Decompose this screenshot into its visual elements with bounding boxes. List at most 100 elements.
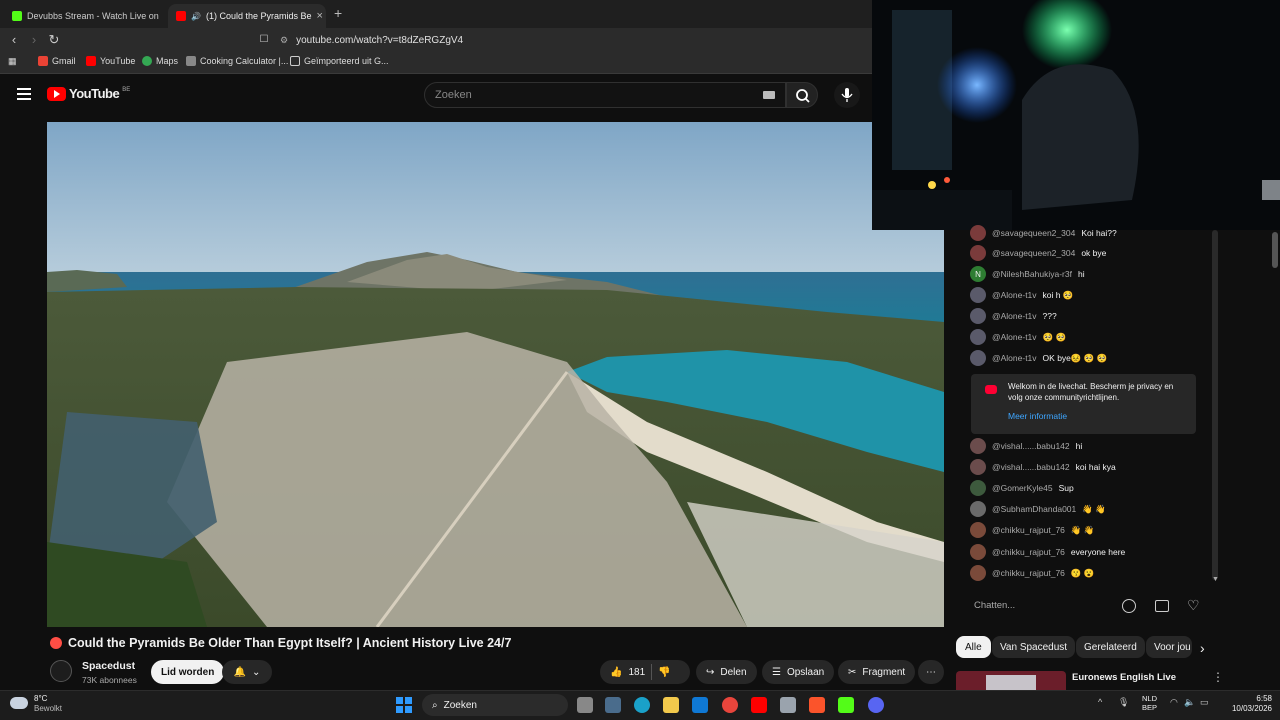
bookmark-icon[interactable]: ☐ [256,32,272,48]
search-input[interactable]: Zoeken [424,82,786,108]
chat-author[interactable]: @SubhamDhanda001 [992,504,1076,514]
bookmark-gmail[interactable]: Gmail [38,56,76,66]
recommendation-title[interactable]: Euronews English Live [1072,672,1176,683]
youtube-logo[interactable]: YouTube BE [47,86,130,101]
more-vertical-icon[interactable]: ⋮ [1212,670,1224,684]
outlook-icon[interactable] [692,697,708,713]
heart-icon[interactable]: ♡ [1187,597,1200,614]
microphone-tray-icon[interactable]: 🎙 [1118,697,1129,708]
bookmark-folder-imported[interactable]: Geïmporteerd uit G... [290,56,389,66]
clip-button[interactable]: ✂ Fragment [838,660,916,684]
bookmark-youtube[interactable]: YouTube [86,56,135,66]
address-bar[interactable]: ⚙ youtube.com/watch?v=t8dZeRGZgV4 [280,31,870,49]
task-view-icon[interactable] [577,697,593,713]
edge-icon[interactable] [634,697,650,713]
discord-icon[interactable] [868,697,884,713]
clock[interactable]: 6:58 10/03/2026 [1222,694,1272,714]
page-scrollbar[interactable] [1272,232,1278,268]
avatar [970,287,986,303]
calculator-icon[interactable] [780,697,796,713]
chat-message: @Alone-t1v koi h 🥺 [970,286,1073,304]
youtube-app-icon[interactable] [751,697,767,713]
chat-scrollbar[interactable] [1212,230,1218,580]
date: 10/03/2026 [1231,704,1272,713]
chip-next-icon[interactable]: › [1200,640,1205,656]
menu-icon[interactable] [17,88,31,100]
bookmark-maps[interactable]: Maps [142,56,178,66]
webcam-overlay [872,0,1280,230]
bookmark-label: Cooking Calculator |... [200,56,289,66]
save-button[interactable]: ☰ Opslaan [762,660,835,684]
chat-text: 👋 👋 [1082,503,1106,514]
youtube-icon [985,385,997,394]
share-icon: ↪ [706,666,715,678]
super-chat-icon[interactable] [1155,600,1169,612]
battery-icon[interactable]: ▭ [1200,697,1209,708]
chat-author[interactable]: @vishal......babu142 [992,462,1070,472]
brave-icon[interactable] [809,697,825,713]
like-button[interactable]: 👍 [610,667,622,678]
chat-author[interactable]: @GomerKyle45 [992,483,1053,493]
chat-author[interactable]: @Alone-t1v [992,311,1037,321]
voice-search-button[interactable] [834,82,860,108]
avatar [970,245,986,261]
close-tab-icon[interactable]: × [317,10,323,22]
keyboard-icon[interactable] [763,91,775,99]
recommendation-thumbnail[interactable] [956,671,1066,690]
forward-icon[interactable]: › [26,32,42,48]
channel-name[interactable]: Spacedust [82,660,135,672]
chat-input[interactable]: Chatten... [974,600,1015,611]
avatar [970,308,986,324]
store-icon[interactable] [605,697,621,713]
video-player[interactable] [47,122,944,627]
notifications-button[interactable]: 🔔 ⌄ [222,660,272,684]
file-explorer-icon[interactable] [663,697,679,713]
chat-message: @chikku_rajput_76 👋 👋 [970,521,1094,539]
chip-all[interactable]: Alle [956,636,991,658]
bookmark-cooking-calculator[interactable]: Cooking Calculator |... [186,56,288,66]
input-language[interactable]: NLD BEP [1142,694,1157,712]
chat-author[interactable]: @savagequeen2_304 [992,228,1075,238]
channel-avatar[interactable] [50,660,72,682]
chat-author[interactable]: @vishal......babu142 [992,441,1070,451]
chat-author[interactable]: @chikku_rajput_76 [992,525,1065,535]
chat-author[interactable]: @savagequeen2_304 [992,248,1075,258]
taskbar-search[interactable]: ⌕ Zoeken [422,694,568,716]
bookmark-label: YouTube [100,56,136,66]
tab-youtube-video[interactable]: 🔊 (1) Could the Pyramids Be × [168,4,326,28]
chat-author[interactable]: @NileshBahukiya-r3f [992,269,1072,279]
emoji-icon[interactable] [1122,599,1136,613]
join-button[interactable]: Lid worden [151,660,225,684]
chrome-icon[interactable] [722,697,738,713]
chat-author[interactable]: @chikku_rajput_76 [992,568,1065,578]
like-count: 181 [628,666,646,678]
chat-author[interactable]: @chikku_rajput_76 [992,547,1065,557]
volume-icon[interactable]: 🔈 [1184,697,1195,708]
chat-text: Koi hai?? [1081,228,1117,238]
avatar [970,329,986,345]
windows-start-icon[interactable] [396,697,412,713]
wifi-icon[interactable]: ◠ [1170,697,1178,708]
chat-author[interactable]: @Alone-t1v [992,353,1037,363]
reload-icon[interactable]: ↻ [46,32,62,48]
logo-text: YouTube [69,86,120,101]
chat-message: @Alone-t1v 🥺 🥺 [970,328,1066,346]
share-button[interactable]: ↪ Delen [696,660,757,684]
chip-from-channel[interactable]: Van Spacedust [992,636,1076,658]
kick-app-icon[interactable] [838,697,854,713]
chip-for-you[interactable]: Voor jou [1146,636,1192,658]
new-tab-button[interactable]: + [334,5,342,21]
apps-grid-icon[interactable]: ▦ [8,56,17,67]
back-icon[interactable]: ‹ [6,32,22,48]
chat-author[interactable]: @Alone-t1v [992,290,1037,300]
chat-message: @chikku_rajput_76 everyone here [970,543,1125,561]
more-actions-button[interactable]: ⋯ [918,660,944,684]
chip-related[interactable]: Gerelateerd [1076,636,1145,658]
chat-author[interactable]: @Alone-t1v [992,332,1037,342]
tray-chevron-icon[interactable]: ^ [1098,697,1102,707]
tab-devubbs[interactable]: Devubbs Stream - Watch Live on [4,4,164,28]
more-info-link[interactable]: Meer informatie [1008,411,1067,421]
search-button[interactable] [786,82,818,108]
scroll-down-icon[interactable]: ▼ [1212,576,1219,583]
dislike-button[interactable]: 👎 [658,667,670,678]
